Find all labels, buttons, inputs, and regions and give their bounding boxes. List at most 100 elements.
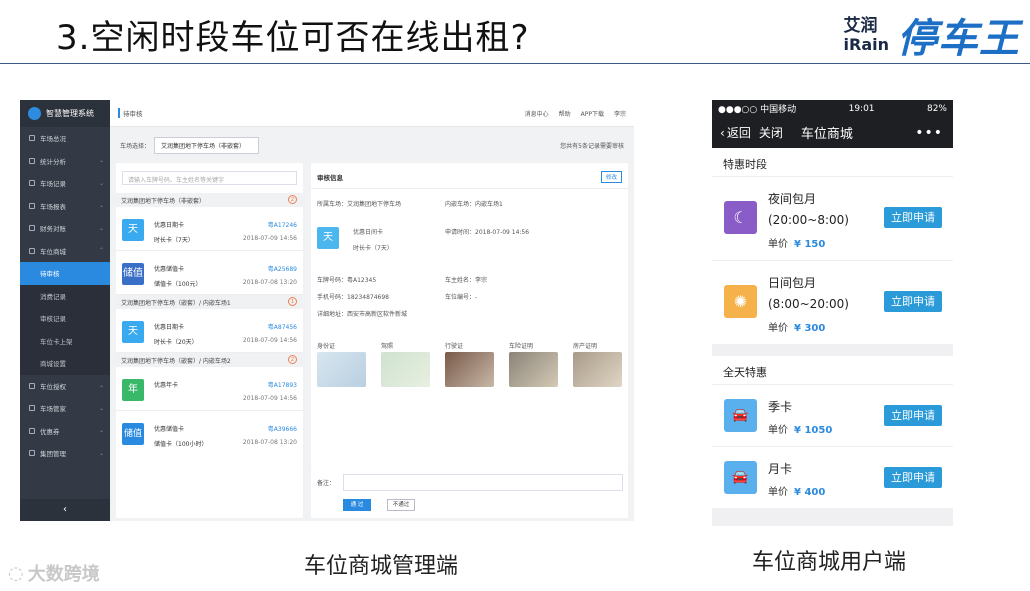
sidebar-header[interactable]: 智慧管理系统 — [20, 100, 110, 127]
detail-lot: 所属车场：艾润集团地下停车场 — [317, 201, 402, 208]
product-price: 单价 ¥ 400 — [768, 483, 825, 498]
chevron-up-icon: ⌃ — [98, 247, 104, 255]
shop-icon — [29, 247, 35, 254]
product-item: ☾ 夜间包月 (20:00~8:00) 单价 ¥ 150 立即申请 — [712, 176, 953, 260]
moon-icon: ☾ — [724, 201, 757, 234]
brand-zh: 艾润 — [843, 15, 878, 36]
driver-license-image[interactable] — [381, 352, 430, 387]
sidebar-item-reports[interactable]: 车场报表 ⌄ — [20, 195, 110, 218]
property-image[interactable] — [573, 352, 622, 387]
card-plate: 粤A17246 — [267, 222, 297, 229]
doc-label-insurance: 车险证明 — [509, 343, 534, 350]
help-link[interactable]: 帮助 — [559, 109, 571, 118]
list-item[interactable]: 天 优惠日期卡 时长卡（7天） 粤A17246 2018-07-09 14:56 — [116, 207, 303, 251]
sidebar-item-overview[interactable]: 车场总况 — [20, 127, 110, 150]
chevron-down-icon: ⌄ — [98, 202, 104, 210]
apply-button[interactable]: 立即申请 — [884, 405, 942, 426]
card-plate: 粤A25689 — [267, 266, 297, 273]
sidebar-item-group[interactable]: 集团管理 ⌄ — [20, 442, 110, 465]
price-value: ¥ 300 — [794, 323, 826, 334]
car-icon: 🚘 — [724, 399, 757, 432]
card-name: 优惠储值卡 — [154, 426, 185, 433]
phone-screenshot: ●●●○○ 中国移动 19:01 82% ‹ 返回 关闭 车位商城 ••• 特惠… — [712, 100, 953, 526]
submenu-pending[interactable]: 待审核 — [20, 262, 110, 285]
list-item[interactable]: 天 优惠日期卡 时长卡（20天） 粤A87456 2018-07-09 14:5… — [116, 309, 303, 353]
back-icon[interactable]: ‹ — [720, 126, 725, 140]
price-label: 单价 — [768, 323, 788, 334]
approve-button[interactable]: 通 过 — [343, 499, 371, 511]
product-name: 季卡 — [768, 400, 793, 414]
product-name: 日间包月 — [768, 276, 817, 290]
pending-list: 请输入车牌号码、车主姓名等关键字 艾润集团地下停车场（非嵌套） 2 天 优惠日期卡… — [116, 163, 303, 518]
id-card-image[interactable] — [317, 352, 366, 387]
sidebar-item-finance[interactable]: 财务对账 ⌄ — [20, 217, 110, 240]
sidebar-collapse-button[interactable]: ‹ — [20, 499, 110, 521]
car-icon — [29, 382, 35, 389]
sidebar-item-butler[interactable]: 车场管家 ⌄ — [20, 397, 110, 420]
chart-icon — [29, 157, 35, 164]
coupon-icon — [29, 427, 35, 434]
brand-main: 停车王 — [897, 16, 1020, 62]
group-count-badge: 2 — [288, 355, 297, 364]
apply-button[interactable]: 立即申请 — [884, 467, 942, 488]
remark-section: 备注： 通 过 不通过 — [311, 471, 628, 518]
watermark-text: 大数跨境 — [27, 564, 100, 585]
card-duration: 储值卡（100元） — [154, 281, 202, 288]
lot-select[interactable]: 艾润集团地下停车场（非嵌套） — [154, 136, 260, 154]
top-tools: 消息中心 帮助 APP下载 李宗 — [525, 109, 626, 118]
user-menu[interactable]: 李宗 — [614, 109, 626, 118]
message-center-link[interactable]: 消息中心 — [525, 109, 549, 118]
search-input[interactable]: 请输入车牌号码、车主姓名等关键字 — [122, 171, 297, 185]
product-name: 夜间包月 — [768, 192, 817, 206]
app-download-link[interactable]: APP下载 — [581, 109, 604, 118]
edit-button[interactable]: 修改 — [600, 171, 622, 183]
group-name: 艾润集团地下停车场（嵌套）/ 内嵌车场1 — [121, 300, 231, 307]
filter-label: 车场选择： — [120, 142, 151, 150]
product-price: 单价 ¥ 150 — [768, 235, 825, 250]
product-item: 🚘 季卡 单价 ¥ 1050 立即申请 — [712, 384, 953, 446]
sidebar-item-records[interactable]: 车场记录 ⌄ — [20, 172, 110, 195]
submenu-review-records[interactable]: 审核记录 — [20, 307, 110, 330]
sidebar-item-label: 车场总况 — [40, 135, 66, 144]
sidebar-item-shop[interactable]: 车位商城 ⌃ — [20, 240, 110, 263]
list-item[interactable]: 储值 优惠储值卡 储值卡（100小时） 粤A39666 2018-07-08 1… — [116, 411, 303, 455]
group-name: 艾润集团地下停车场（非嵌套） — [121, 198, 206, 205]
brand-en: iRain — [843, 34, 889, 54]
card-duration: 储值卡（100小时） — [154, 441, 208, 448]
chevron-down-icon: ⌄ — [98, 449, 104, 457]
group-name: 艾润集团地下停车场（嵌套）/ 内嵌车场2 — [121, 358, 231, 365]
status-time: 19:01 — [848, 103, 875, 114]
submenu-card-listing[interactable]: 车位卡上架 — [20, 329, 110, 352]
list-item[interactable]: 储值 优惠储值卡 储值卡（100元） 粤A25689 2018-07-08 13… — [116, 251, 303, 295]
close-button[interactable]: 关闭 — [759, 124, 783, 141]
card-date: 2018-07-08 13:20 — [242, 279, 297, 286]
remark-input[interactable] — [343, 474, 623, 491]
remark-label: 备注： — [317, 480, 336, 487]
sidebar-item-label: 车位商城 — [40, 247, 66, 256]
sidebar-item-coupons[interactable]: 优惠券 ⌄ — [20, 420, 110, 443]
card-name: 优惠储值卡 — [154, 266, 185, 273]
detail-card-duration: 时长卡（7天） — [353, 245, 393, 252]
app-logo-icon — [28, 107, 41, 120]
apply-button[interactable]: 立即申请 — [884, 291, 942, 312]
card-plate: 粤A17893 — [267, 382, 297, 389]
detail-plate: 车牌号码：粤A12345 — [317, 277, 377, 284]
submenu-shop-settings[interactable]: 商城设置 — [20, 352, 110, 375]
more-icon[interactable]: ••• — [915, 125, 943, 141]
insurance-image[interactable] — [509, 352, 558, 387]
reject-button[interactable]: 不通过 — [387, 499, 415, 511]
section-header: 全天特惠 — [712, 356, 953, 384]
submenu-consumption[interactable]: 消费记录 — [20, 284, 110, 307]
product-time: (8:00~20:00) — [768, 297, 849, 311]
list-item[interactable]: 年 优惠年卡 粤A17893 2018-07-09 14:56 — [116, 367, 303, 411]
sidebar-item-auth[interactable]: 车位授权 ⌄ — [20, 375, 110, 398]
vehicle-license-image[interactable] — [445, 352, 494, 387]
detail-apply-time: 申请时间：2018-07-09 14:56 — [445, 229, 530, 236]
parking-icon — [29, 135, 35, 142]
back-button[interactable]: 返回 — [727, 124, 751, 141]
card-name: 优惠年卡 — [154, 382, 179, 389]
apply-button[interactable]: 立即申请 — [884, 207, 942, 228]
sidebar-item-stats[interactable]: 统计分析 ⌄ — [20, 150, 110, 173]
detail-slot: 车位编号：- — [445, 294, 478, 301]
filter-bar: 车场选择： 艾润集团地下停车场（非嵌套） 您共有5条记录需要审核 — [110, 127, 634, 163]
